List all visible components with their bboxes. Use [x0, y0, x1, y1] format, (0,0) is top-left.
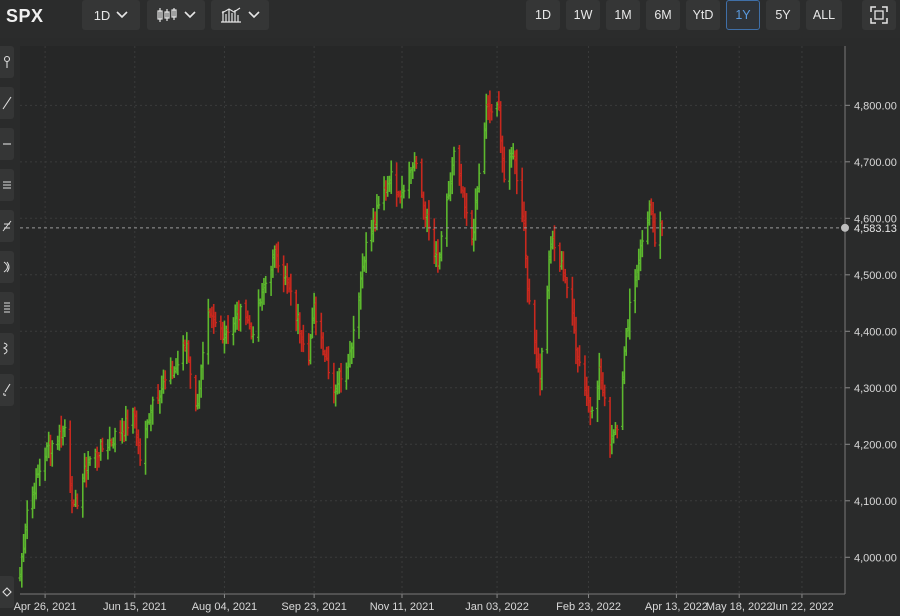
- x-tick-label: Sep 23, 2021: [281, 601, 346, 613]
- y-tick-label: 4,500.00: [854, 270, 897, 282]
- price-chart: 4,000.00 4,100.00 4,200.00 4,300.00 4,400.00…: [14, 46, 897, 613]
- x-tick-label: Aug 04, 2021: [192, 601, 257, 613]
- x-tick-label: May 18, 2022: [706, 601, 773, 613]
- x-tick-label: Jun 15, 2021: [103, 601, 167, 613]
- x-tick-label: Jun 22, 2022: [770, 601, 834, 613]
- y-tick-label: 4,300.00: [854, 383, 897, 395]
- x-tick-label: Apr 13, 2022: [645, 601, 708, 613]
- price-bar: [257, 289, 261, 342]
- x-tick-label: Jan 03, 2022: [465, 601, 529, 613]
- price-bar: [477, 163, 481, 193]
- x-tick-label: Feb 23, 2022: [556, 601, 621, 613]
- price-bar: [445, 193, 449, 247]
- y-tick-label: 4,800.00: [854, 100, 897, 112]
- price-bar: [395, 162, 399, 207]
- y-tick-label: 4,000.00: [854, 552, 897, 564]
- last-price-marker: [841, 223, 849, 232]
- y-tick-label: 4,400.00: [854, 326, 897, 338]
- last-price-label: 4,583.13: [854, 223, 897, 235]
- x-tick-label: Apr 26, 2021: [14, 601, 77, 613]
- y-tick-label: 4,700.00: [854, 157, 897, 169]
- x-tick-label: Nov 11, 2021: [370, 601, 435, 613]
- y-tick-label: 4,100.00: [854, 496, 897, 508]
- y-tick-label: 4,200.00: [854, 439, 897, 451]
